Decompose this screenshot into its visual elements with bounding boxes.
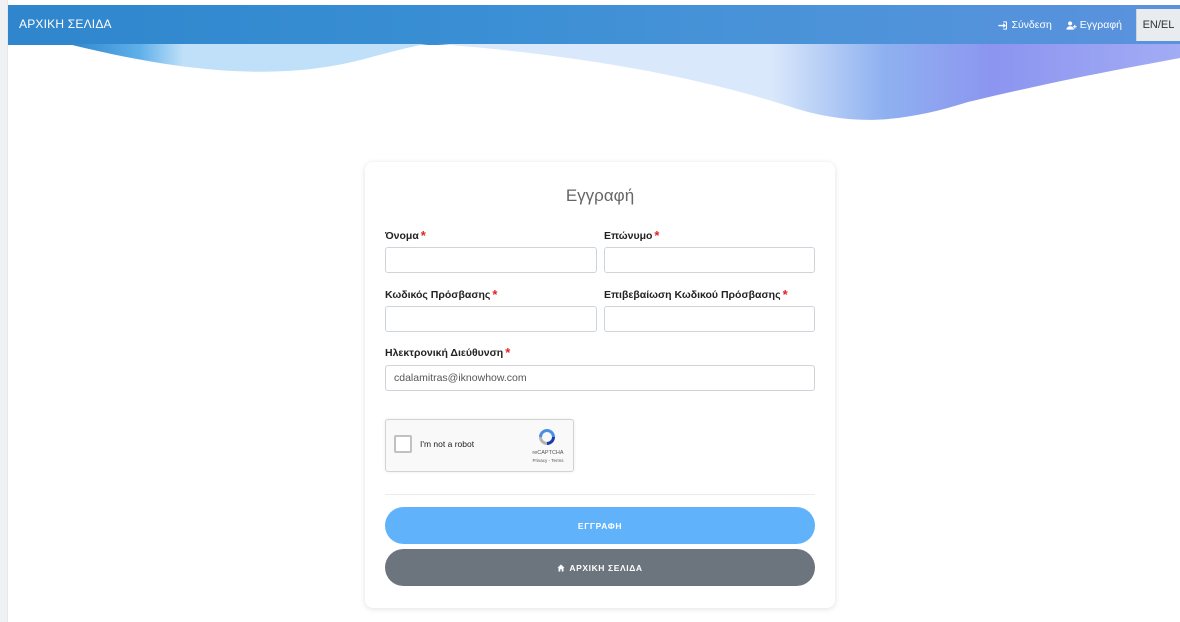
header-wave-decoration: [68, 44, 1180, 120]
recaptcha-widget: I'm not a robot reCAPTCHA Privacy - Term…: [385, 419, 574, 472]
user-plus-icon: [1066, 20, 1077, 30]
recaptcha-icon: [539, 429, 555, 445]
register-link[interactable]: Εγγραφή: [1066, 19, 1122, 31]
recaptcha-checkbox[interactable]: [394, 435, 412, 453]
nav-right: Σύνδεση Εγγραφή EN/EL: [997, 9, 1180, 41]
login-label: Σύνδεση: [1011, 19, 1052, 31]
first-name-label: Όνομα *: [385, 228, 426, 243]
email-label: Ηλεκτρονική Διεύθυνση *: [385, 345, 510, 360]
password-confirm-input[interactable]: [604, 306, 815, 332]
password-label-text: Κωδικός Πρόσβασης: [385, 289, 491, 301]
register-card: Εγγραφή Όνομα * Επώνυμο * Κωδικός Πρόσβαση…: [365, 162, 835, 608]
recaptcha-label: I'm not a robot: [420, 439, 475, 449]
login-link[interactable]: Σύνδεση: [997, 19, 1052, 31]
email-label-text: Ηλεκτρονική Διεύθυνση: [385, 347, 504, 359]
last-name-label: Επώνυμο *: [604, 228, 659, 243]
sign-in-icon: [998, 20, 1008, 30]
form-divider: [385, 494, 815, 495]
home-page-label: ΑΡΧΙΚΗ ΣΕΛΙΔΑ: [569, 562, 643, 573]
register-submit-label: ΕΓΓΡΑΦΗ: [577, 520, 623, 531]
required-mark: *: [654, 228, 660, 243]
required-mark: *: [505, 345, 511, 360]
last-name-label-text: Επώνυμο: [604, 230, 653, 242]
password-input[interactable]: [385, 306, 597, 332]
form-title: Εγγραφή: [565, 186, 635, 205]
email-input[interactable]: [385, 365, 815, 391]
first-name-label-text: Όνομα: [385, 230, 419, 242]
last-name-input[interactable]: [604, 247, 815, 273]
password-confirm-label-text: Επιβεβαίωση Κωδικού Πρόσβασης: [604, 289, 781, 301]
password-confirm-label: Επιβεβαίωση Κωδικού Πρόσβασης *: [604, 287, 788, 302]
home-icon: [557, 564, 565, 571]
recaptcha-privacy-terms[interactable]: Privacy - Terms: [526, 458, 570, 463]
register-submit-button[interactable]: ΕΓΓΡΑΦΗ: [385, 507, 815, 544]
required-mark: *: [782, 287, 788, 302]
home-page-button[interactable]: ΑΡΧΙΚΗ ΣΕΛΙΔΑ: [385, 549, 815, 586]
password-label: Κωδικός Πρόσβασης *: [385, 287, 497, 302]
recaptcha-brand: reCAPTCHA: [532, 450, 564, 456]
home-brand-link[interactable]: ΑΡΧΙΚΗ ΣΕΛΙΔΑ: [19, 17, 112, 31]
language-toggle-button[interactable]: EN/EL: [1136, 9, 1180, 41]
page-edge: [0, 0, 8, 622]
first-name-input[interactable]: [385, 247, 597, 273]
required-mark: *: [420, 228, 426, 243]
register-label: Εγγραφή: [1079, 19, 1122, 31]
required-mark: *: [492, 287, 498, 302]
